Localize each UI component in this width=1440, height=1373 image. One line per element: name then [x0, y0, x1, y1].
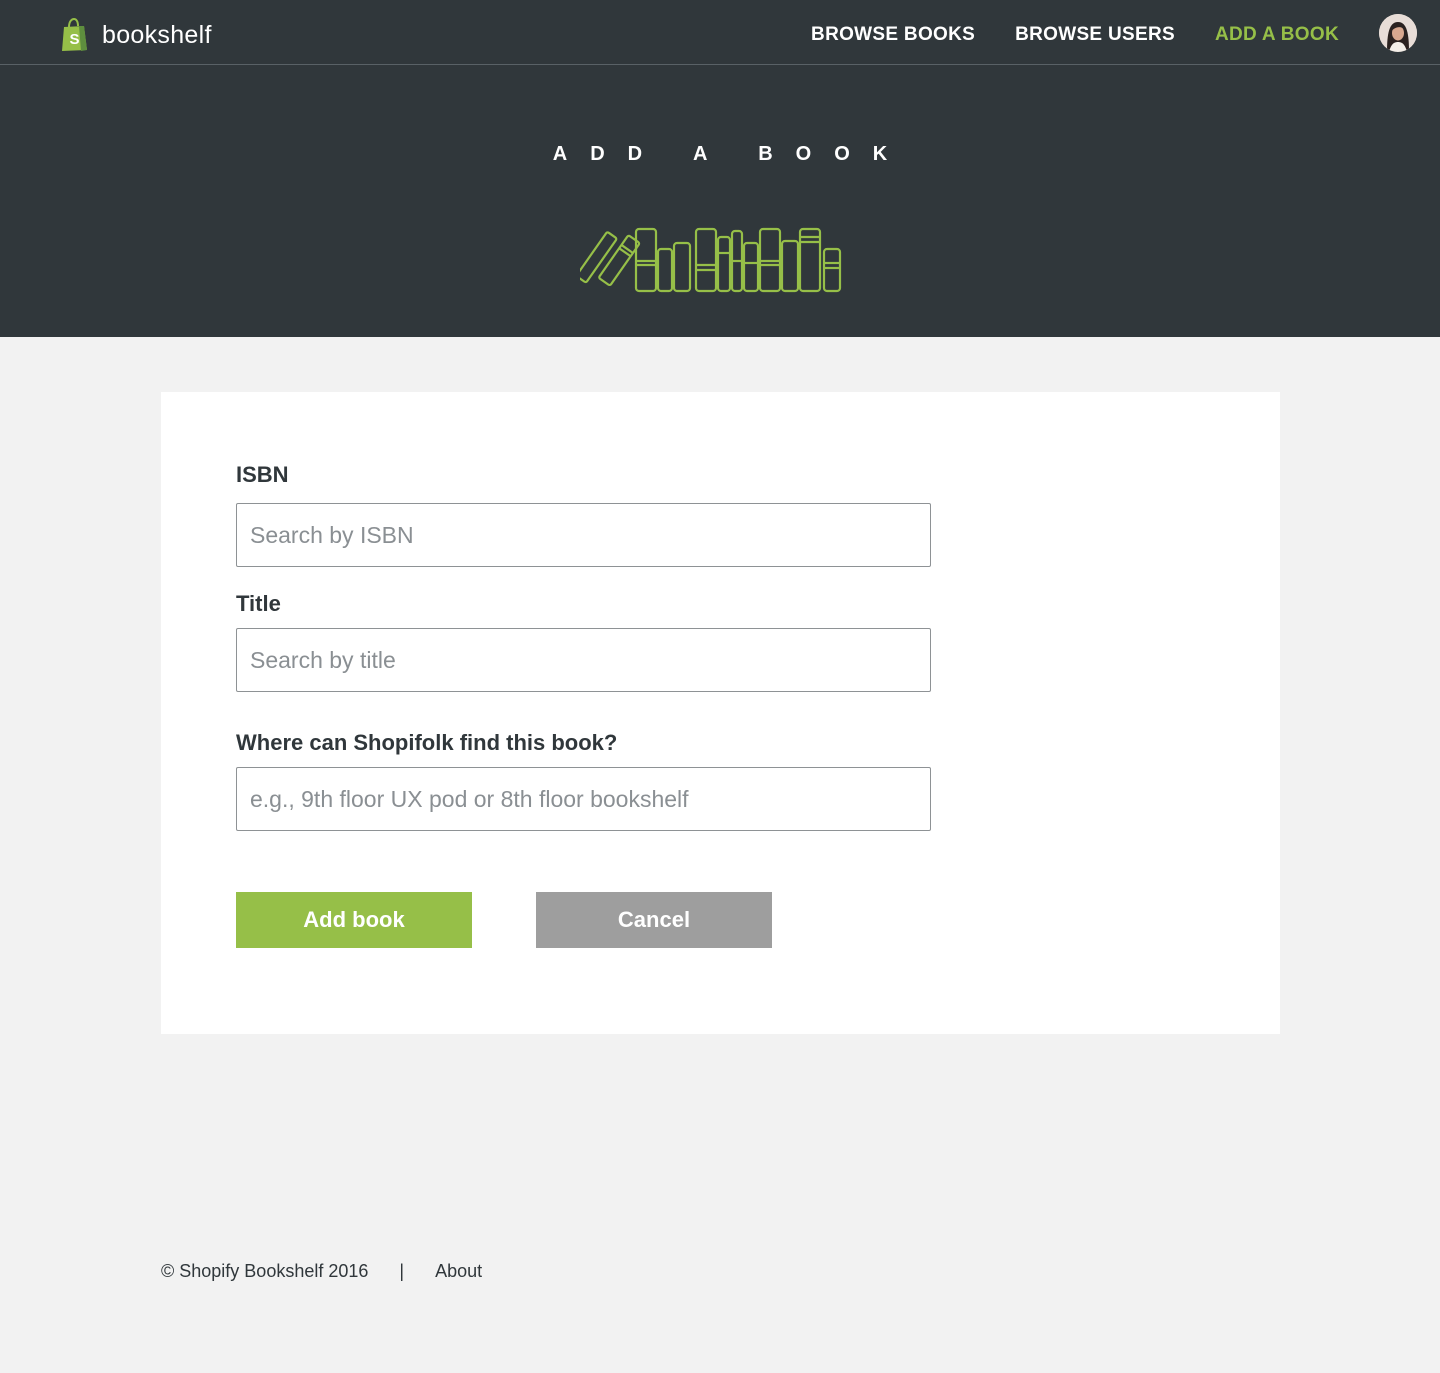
- hero-banner: ADD A BOOK: [0, 65, 1440, 337]
- svg-text:S: S: [70, 31, 80, 48]
- brand-name: bookshelf: [102, 20, 212, 49]
- isbn-label: ISBN: [236, 462, 289, 487]
- location-label: Where can Shopifolk find this book?: [236, 730, 618, 755]
- location-input[interactable]: [236, 767, 931, 831]
- bookshelf-icon: [580, 227, 842, 293]
- top-navigation-bar: S bookshelf BROWSE BOOKS BROWSE USERS AD…: [0, 0, 1440, 65]
- add-book-form-card: ISBN Title Where can Shopifolk find this…: [161, 392, 1280, 1034]
- page-title: ADD A BOOK: [552, 143, 911, 165]
- shopify-bag-icon: S: [62, 18, 87, 51]
- main-nav: BROWSE BOOKS BROWSE USERS ADD A BOOK: [771, 24, 1339, 46]
- brand-logo-link[interactable]: S bookshelf: [60, 18, 212, 52]
- user-avatar[interactable]: [1379, 14, 1417, 52]
- page-footer: © Shopify Bookshelf 2016 | About: [161, 1261, 482, 1282]
- footer-copyright: © Shopify Bookshelf 2016: [161, 1261, 369, 1281]
- user-avatar-icon: [1379, 14, 1417, 52]
- footer-separator: |: [399, 1261, 405, 1281]
- nav-browse-users[interactable]: BROWSE USERS: [1015, 24, 1175, 46]
- cancel-button[interactable]: Cancel: [536, 892, 772, 948]
- title-input[interactable]: [236, 628, 931, 692]
- title-label: Title: [236, 591, 281, 616]
- add-book-button[interactable]: Add book: [236, 892, 472, 948]
- isbn-input[interactable]: [236, 503, 931, 567]
- nav-browse-books[interactable]: BROWSE BOOKS: [811, 24, 975, 46]
- nav-add-a-book[interactable]: ADD A BOOK: [1215, 24, 1339, 46]
- footer-about-link[interactable]: About: [435, 1261, 482, 1282]
